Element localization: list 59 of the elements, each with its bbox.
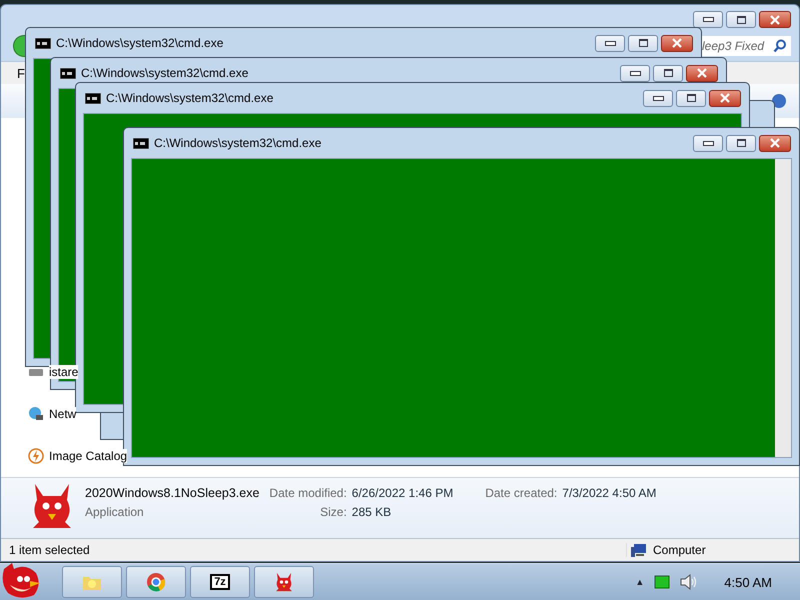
nav-item[interactable]: istare [49,365,78,379]
taskbar-button[interactable] [62,566,122,598]
maximize-button[interactable] [628,34,658,52]
field-value: 285 KB [352,505,392,519]
field-value: 6/26/2022 1:46 PM [352,486,454,500]
computer-icon [631,543,647,557]
taskbar-button[interactable] [254,566,314,598]
console-icon [35,38,51,48]
console-icon [85,92,101,104]
close-button[interactable] [709,90,741,106]
minimize-button[interactable] [643,90,673,106]
file-name: 2020Windows8.1NoSleep3.exe [85,486,260,500]
location-text: Computer [653,543,706,557]
window-title: C:\Windows\system32\cmd.exe [81,66,248,80]
clock[interactable]: 4:50 AM [724,574,772,590]
maximize-button[interactable] [653,64,683,82]
taskbar-button[interactable]: 7z [190,566,250,598]
field-value: 7/3/2022 4:50 AM [562,486,656,500]
window-title: C:\Windows\system32\cmd.exe [56,36,224,50]
close-button[interactable] [759,11,791,28]
speaker-icon[interactable] [680,574,698,590]
browser-icon [146,572,166,592]
close-icon [770,14,780,24]
nav-item[interactable]: Image Catalog [49,449,128,463]
field-label: Date modified: [269,486,347,500]
tray-arrow[interactable]: ▲ [635,577,644,587]
back-button[interactable] [13,35,25,57]
nav-item[interactable]: Netw [49,407,76,421]
close-button[interactable] [759,134,791,152]
close-icon [697,68,707,78]
globe-icon [28,406,44,422]
search-field[interactable]: leep3 Fixed [700,36,791,56]
maximize-button[interactable] [726,134,756,152]
menu-item[interactable]: F [17,66,25,80]
close-icon [720,93,730,103]
minimize-button[interactable] [693,11,723,28]
devil-icon [274,572,294,592]
close-button[interactable] [686,64,718,82]
console-icon [60,68,76,78]
scrollbar[interactable] [775,159,791,457]
maximize-button[interactable] [726,11,756,28]
field-label: Size: [319,505,347,519]
minimize-button[interactable] [693,134,723,152]
search-icon [773,39,787,53]
lightning-icon [28,448,44,464]
maximize-button[interactable] [676,90,706,106]
window-title: C:\Windows\system32\cmd.exe [106,91,274,105]
minimize-button[interactable] [620,64,650,82]
close-icon [672,38,682,48]
minimize-button[interactable] [595,34,625,52]
file-type: Application [85,505,145,519]
console-icon [133,138,149,148]
field-label: Date created: [485,486,558,500]
close-button[interactable] [661,34,693,52]
taskbar-button[interactable] [126,566,186,598]
archiver-label: 7z [210,574,230,590]
window-title: C:\Windows\system32\cmd.exe [154,136,322,150]
status-text: 1 item selected [9,543,90,557]
close-icon [770,138,780,148]
